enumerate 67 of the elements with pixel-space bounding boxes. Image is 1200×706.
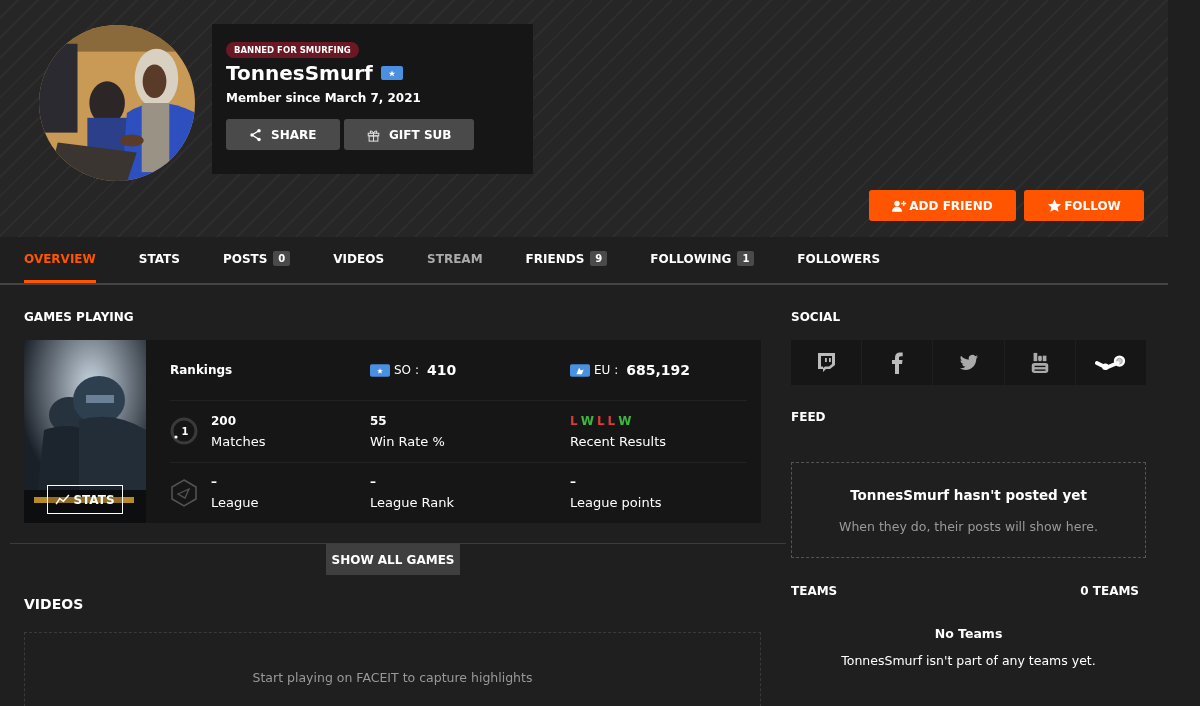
stat-value: 200 (211, 414, 238, 428)
gift-button[interactable]: GIFT SUB (344, 119, 474, 150)
social-link[interactable] (862, 340, 933, 385)
member-since: Member since March 7, 2021 (226, 91, 421, 105)
ranking-value: 685,192 (626, 362, 690, 379)
empty-title: No Teams (934, 626, 1003, 641)
stat-value: – (570, 475, 577, 490)
region-label: EU : (594, 363, 619, 378)
stat-label: League (211, 495, 259, 511)
region-label: SO : (394, 363, 419, 378)
ban-badge: BANNED FOR SMURFING (226, 42, 359, 58)
section-title: FEED (791, 410, 827, 424)
empty-message: TonnesSmurf isn't part of any teams yet. (841, 653, 1096, 668)
region-icon (570, 363, 590, 377)
stat-value: – (211, 475, 218, 490)
rankings-label: Rankings (170, 363, 234, 378)
count-badge: 9 (590, 251, 608, 266)
stat-label: League points (570, 495, 663, 511)
profile-tab[interactable]: FOLLOWING 1 (650, 237, 755, 283)
profile-tab[interactable]: POSTS 0 (222, 237, 291, 283)
stat-label: Matches (211, 434, 266, 449)
count-badge: 1 (737, 251, 755, 266)
match-result: W (580, 414, 594, 428)
social-link[interactable] (1004, 340, 1075, 385)
profile-tab[interactable]: FRIENDS 9 (525, 237, 608, 283)
stat-label: Win Rate % (370, 434, 446, 449)
stats-button[interactable]: STATS (47, 485, 123, 514)
empty-title: TonnesSmurf hasn't posted yet (850, 486, 1087, 503)
twitch-icon (816, 351, 837, 374)
stat-label: League Rank (370, 495, 456, 511)
show-all-games-button[interactable]: SHOW ALL GAMES (325, 544, 461, 575)
match-result: L (596, 414, 605, 428)
empty-message: When they do, their posts will show here. (839, 518, 1098, 534)
stat-value: 55 (370, 414, 388, 428)
profile-tab[interactable]: OVERVIEW (24, 237, 96, 283)
username: TonnesSmurf (226, 61, 373, 85)
teams-count: 0 TEAMS (1080, 584, 1139, 598)
section-title: SOCIAL (791, 310, 842, 324)
match-result: L (607, 414, 616, 428)
match-result: L (570, 414, 578, 428)
flag-icon (370, 363, 390, 377)
match-result: W (618, 414, 632, 428)
section-title: TEAMS (791, 584, 838, 598)
profile-tab[interactable]: STATS (138, 237, 180, 283)
stat-value: – (370, 475, 377, 490)
social-link[interactable] (933, 340, 1004, 385)
league-icon (169, 477, 199, 508)
steam-icon (1094, 353, 1127, 372)
star-icon (1047, 198, 1063, 213)
share-icon (248, 127, 263, 142)
social-link[interactable] (791, 340, 862, 385)
add-user-icon (892, 198, 908, 213)
ranking-value: 410 (426, 362, 457, 379)
chart-icon (55, 494, 71, 505)
flag-icon (380, 66, 403, 80)
section-title: GAMES PLAYING (24, 310, 135, 324)
empty-message: Start playing on FACEIT to capture highlights (252, 670, 533, 685)
youtube-icon (1029, 351, 1050, 374)
count-badge: 0 (273, 251, 291, 266)
profile-tab[interactable]: FOLLOWERS (797, 237, 881, 283)
section-title: VIDEOS (24, 596, 85, 612)
profile-tab[interactable]: VIDEOS (333, 237, 385, 283)
gift-icon (366, 127, 381, 142)
level-icon: 1 (169, 416, 199, 447)
share-button[interactable]: SHARE (226, 119, 340, 150)
social-link[interactable] (1075, 340, 1146, 385)
stat-label: Recent Results (570, 434, 667, 449)
